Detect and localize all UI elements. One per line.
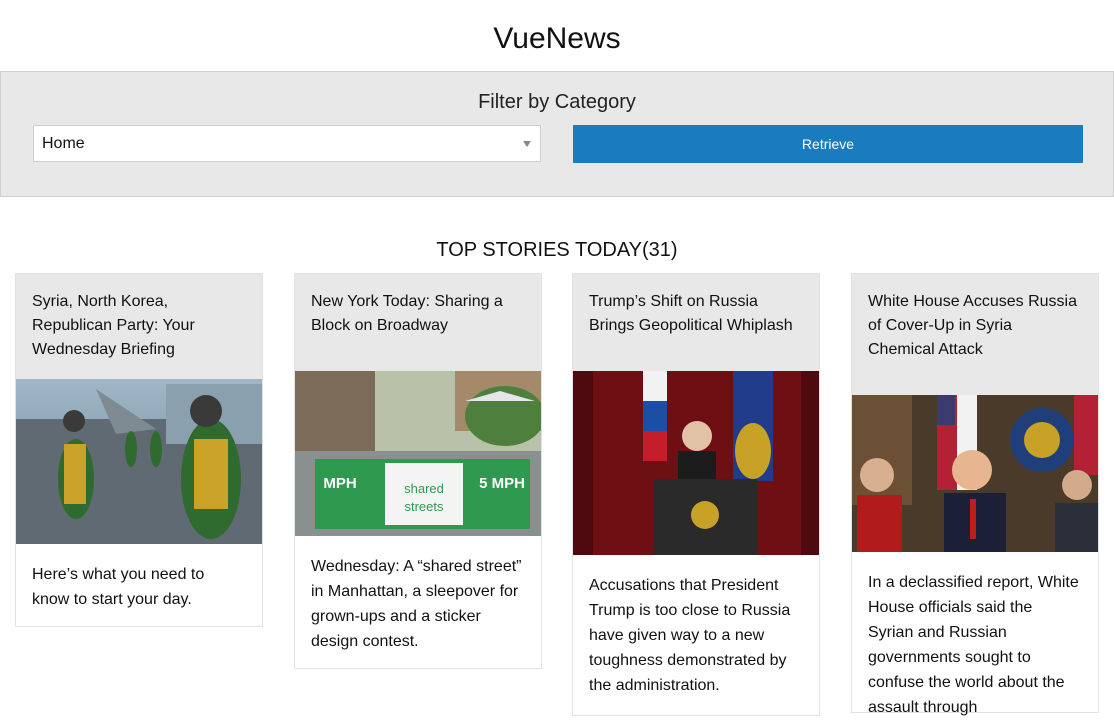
image-text: streets (404, 499, 444, 514)
story-image[interactable] (16, 379, 262, 544)
story-card[interactable]: Trump’s Shift on Russia Brings Geopoliti… (572, 273, 820, 716)
image-text: 5 MPH (479, 475, 525, 492)
image-text: shared (404, 481, 444, 496)
app-title: VueNews (493, 22, 621, 55)
filter-panel: Filter by Category Home Retrieve (0, 71, 1114, 197)
category-select[interactable]: Home (33, 125, 541, 162)
story-card[interactable]: Syria, North Korea, Republican Party: Yo… (15, 273, 263, 627)
story-title[interactable]: Syria, North Korea, Republican Party: Yo… (16, 274, 262, 379)
section-title: TOP STORIES TODAY(31) (436, 239, 678, 261)
story-abstract: In a declassified report, White House of… (868, 574, 1079, 716)
filter-heading: Filter by Category (478, 91, 636, 113)
retrieve-button[interactable]: Retrieve (573, 125, 1083, 163)
story-title[interactable]: White House Accuses Russia of Cover-Up i… (852, 274, 1098, 395)
story-card[interactable]: White House Accuses Russia of Cover-Up i… (851, 273, 1099, 716)
category-select-value: Home (42, 135, 85, 152)
story-title[interactable]: New York Today: Sharing a Block on Broad… (295, 274, 541, 371)
chevron-down-icon (523, 141, 531, 147)
story-title[interactable]: Trump’s Shift on Russia Brings Geopoliti… (573, 274, 819, 371)
story-image[interactable] (573, 371, 819, 555)
story-image[interactable] (852, 395, 1098, 552)
story-abstract: Wednesday: A “shared street” in Manhatta… (311, 558, 522, 650)
story-card[interactable]: New York Today: Sharing a Block on Broad… (294, 273, 542, 669)
story-image[interactable]: MPH shared streets 5 MPH (295, 371, 541, 536)
story-abstract: Here’s what you need to know to start yo… (32, 566, 205, 608)
image-text: MPH (323, 475, 356, 492)
story-abstract: Accusations that President Trump is too … (589, 577, 791, 694)
